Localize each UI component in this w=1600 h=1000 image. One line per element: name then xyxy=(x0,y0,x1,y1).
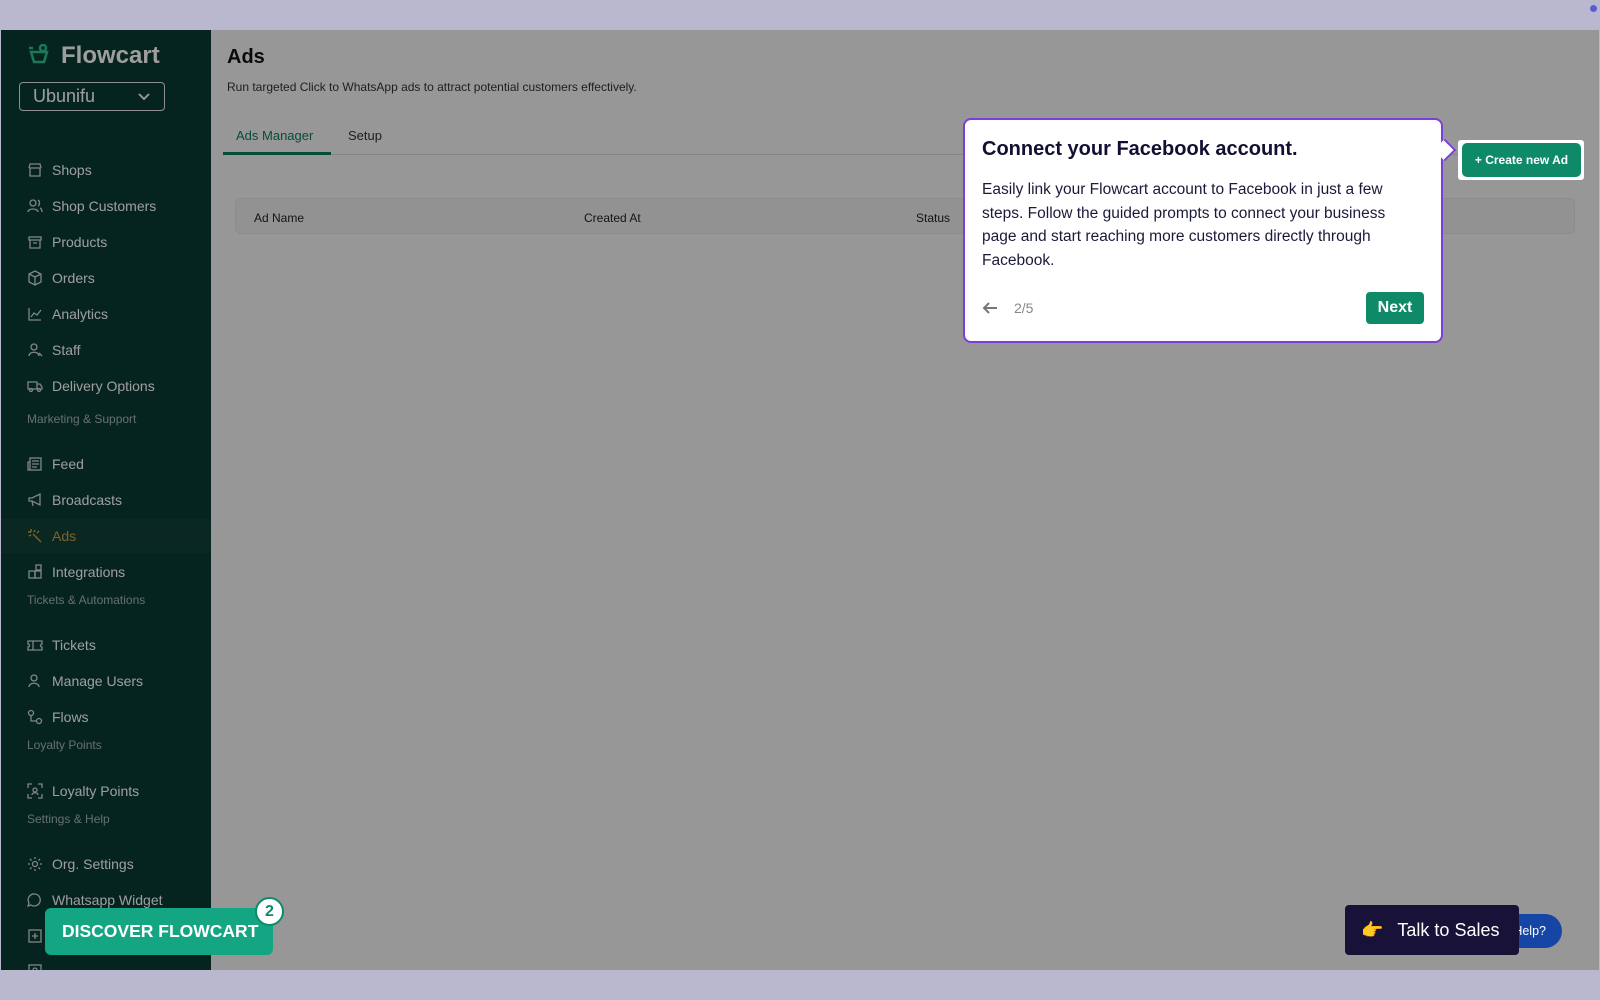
sidebar-item-label: Broadcasts xyxy=(52,492,123,508)
puzzle-icon xyxy=(28,564,42,579)
sidebar-item-label: Products xyxy=(52,234,108,250)
package-icon xyxy=(28,270,42,286)
window-indicator-dot xyxy=(1590,5,1597,12)
tour-next-button[interactable]: Next xyxy=(1366,292,1424,324)
sidebar-item-label: Feed xyxy=(52,456,84,472)
sidebar-item-label: Shops xyxy=(52,162,92,178)
sidebar-item-label: Manage Users xyxy=(52,673,144,689)
section-tickets-automations: Tickets & Automations xyxy=(27,593,146,607)
user-icon xyxy=(28,343,43,357)
sidebar-item-label: Whatsapp Widget xyxy=(52,892,163,908)
sidebar-item-org-settings[interactable]: Org. Settings xyxy=(1,847,211,881)
brand-logo[interactable]: Flowcart xyxy=(27,42,160,70)
sidebar-item-ads[interactable]: Ads xyxy=(1,519,211,553)
tour-step-counter: 2/5 xyxy=(1014,300,1034,316)
flowcart-logo-icon xyxy=(29,44,49,64)
bottom-bar xyxy=(0,970,1600,1000)
tour-title: Connect your Facebook account. xyxy=(982,138,1298,160)
app-window: Flowcart Ubunifu Shops Shop Customers Pr… xyxy=(1,30,1599,970)
sidebar-item-label: Shop Customers xyxy=(52,198,157,214)
chat-icon xyxy=(27,893,41,908)
section-settings-help: Settings & Help xyxy=(27,812,110,826)
tab-ads-manager[interactable]: Ads Manager xyxy=(236,128,313,143)
page-title: Ads xyxy=(227,46,265,68)
sidebar-item-label: Org. Settings xyxy=(52,856,134,872)
flow-icon xyxy=(27,709,43,725)
news-icon xyxy=(27,457,42,471)
sidebar-item-label: Loyalty Points xyxy=(52,783,140,799)
id-card-icon xyxy=(28,964,42,970)
sidebar-item-shops[interactable]: Shops xyxy=(1,153,211,187)
active-tab-indicator xyxy=(223,152,331,155)
megaphone-icon xyxy=(28,492,41,507)
sidebar-item-label: Flows xyxy=(52,709,89,725)
sidebar-item-label: Integrations xyxy=(52,564,126,580)
column-ad-name: Ad Name xyxy=(254,211,305,225)
column-status: Status xyxy=(916,211,951,225)
tour-highlight: + Create new Ad xyxy=(1458,140,1584,180)
sidebar-item-shop-customers[interactable]: Shop Customers xyxy=(1,189,211,223)
sidebar-item-label: Staff xyxy=(52,342,81,358)
scan-icon xyxy=(27,783,43,799)
sidebar-item-broadcasts[interactable]: Broadcasts xyxy=(1,483,211,517)
sidebar-item-products[interactable]: Products xyxy=(1,225,211,259)
sidebar-item-tickets[interactable]: Tickets xyxy=(1,628,211,662)
sidebar-item-label: Ads xyxy=(52,528,77,544)
sidebar-item-integrations[interactable]: Integrations xyxy=(1,555,211,589)
sidebar-item-flows[interactable]: Flows xyxy=(1,700,211,734)
gear-icon xyxy=(28,857,42,871)
pointing-hand-icon: 👉 xyxy=(1361,919,1384,940)
sidebar-item-staff[interactable]: Staff xyxy=(1,333,211,367)
plus-box-icon xyxy=(28,929,42,943)
sidebar-item-label: Analytics xyxy=(52,306,109,322)
column-created-at: Created At xyxy=(584,211,641,225)
section-loyalty-points: Loyalty Points xyxy=(27,738,102,752)
chart-icon xyxy=(28,308,42,321)
box-icon xyxy=(28,236,42,249)
create-new-ad-button[interactable]: + Create new Ad xyxy=(1462,143,1581,177)
brand-name: Flowcart xyxy=(61,42,160,69)
users-icon xyxy=(27,199,43,213)
sidebar-item-label: Tickets xyxy=(52,637,96,653)
tour-footer: 2/5 Next xyxy=(982,292,1424,324)
sidebar-item-orders[interactable]: Orders xyxy=(1,261,211,295)
arrow-left-icon[interactable] xyxy=(982,301,998,315)
talk-to-sales-label: Talk to Sales xyxy=(1397,919,1500,940)
sidebar-item-label: Orders xyxy=(52,270,95,286)
sidebar-item-analytics[interactable]: Analytics xyxy=(1,297,211,331)
user-icon xyxy=(28,674,40,688)
sidebar: Flowcart Ubunifu Shops Shop Customers Pr… xyxy=(1,30,211,970)
section-marketing-support: Marketing & Support xyxy=(27,412,137,426)
discover-badge: 2 xyxy=(255,897,284,926)
sparkle-icon xyxy=(28,529,42,543)
tab-setup[interactable]: Setup xyxy=(348,128,382,143)
chevron-down-icon xyxy=(138,92,150,100)
discover-flowcart-button[interactable]: DISCOVER FLOWCART xyxy=(45,908,273,955)
sidebar-item-feed[interactable]: Feed xyxy=(1,447,211,481)
page-subtitle: Run targeted Click to WhatsApp ads to at… xyxy=(227,80,637,94)
tour-body: Easily link your Flowcart account to Fac… xyxy=(982,181,1386,269)
org-select[interactable]: Ubunifu xyxy=(19,82,165,111)
talk-to-sales-button[interactable]: 👉 Talk to Sales xyxy=(1345,905,1519,955)
sidebar-item-manage-users[interactable]: Manage Users xyxy=(1,664,211,698)
sidebar-item-delivery-options[interactable]: Delivery Options xyxy=(1,369,211,403)
truck-icon xyxy=(27,381,43,393)
sidebar-item-label: Delivery Options xyxy=(52,378,155,394)
org-select-value: Ubunifu xyxy=(33,86,96,106)
sidebar-item-loyalty-points[interactable]: Loyalty Points xyxy=(1,774,211,808)
tour-tooltip: Connect your Facebook account. Easily li… xyxy=(963,118,1457,343)
store-icon xyxy=(28,163,42,177)
ticket-icon xyxy=(27,640,43,651)
sidebar-item-partial-2[interactable] xyxy=(1,954,211,970)
